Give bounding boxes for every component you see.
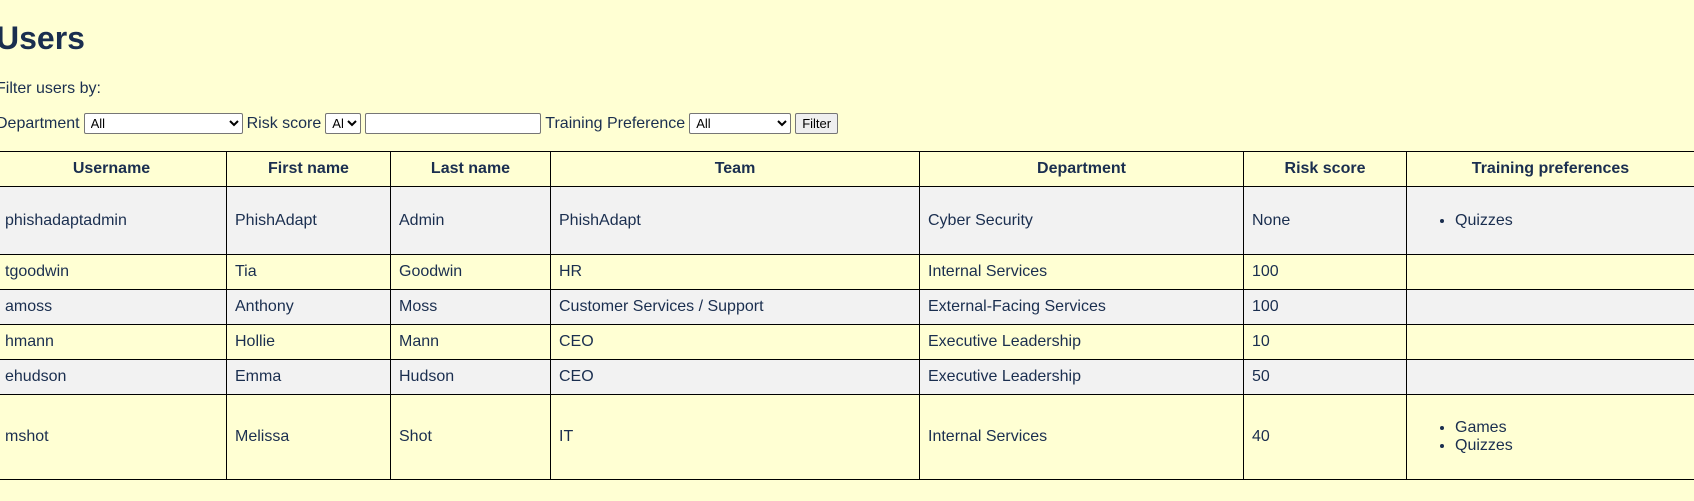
training-list: Quizzes xyxy=(1415,212,1686,230)
column-header-last-name: Last name xyxy=(390,151,551,187)
cell-first-name: PhishAdapt xyxy=(226,186,391,255)
cell-username: ehudson xyxy=(0,359,227,395)
cell-team: Customer Services / Support xyxy=(550,289,920,325)
risk-score-input[interactable] xyxy=(365,113,542,134)
cell-last-name: Mann xyxy=(390,324,551,360)
cell-username: phishadaptadmin xyxy=(0,186,227,255)
cell-department: Internal Services xyxy=(919,394,1244,480)
cell-training-preferences xyxy=(1406,359,1694,395)
risk-score-label: Risk score xyxy=(246,114,322,132)
cell-first-name: Hollie xyxy=(226,324,391,360)
filter-bar: Department All Risk score All Training P… xyxy=(0,113,839,134)
cell-team: CEO xyxy=(550,324,920,360)
cell-first-name: Tia xyxy=(226,254,391,290)
cell-risk-score: 10 xyxy=(1243,324,1407,360)
cell-risk-score: None xyxy=(1243,186,1407,255)
column-header-first-name: First name xyxy=(226,151,391,187)
table-row: mshot Melissa Shot IT Internal Services … xyxy=(0,394,1694,480)
cell-department: Cyber Security xyxy=(919,186,1244,255)
cell-department: Internal Services xyxy=(919,254,1244,290)
cell-username: amoss xyxy=(0,289,227,325)
column-header-risk-score: Risk score xyxy=(1243,151,1407,187)
table-row: ehudson Emma Hudson CEO Executive Leader… xyxy=(0,359,1694,395)
cell-last-name: Hudson xyxy=(390,359,551,395)
cell-risk-score: 40 xyxy=(1243,394,1407,480)
cell-training-preferences: Quizzes xyxy=(1406,186,1694,255)
cell-first-name: Anthony xyxy=(226,289,391,325)
cell-training-preferences xyxy=(1406,254,1694,290)
cell-last-name: Moss xyxy=(390,289,551,325)
column-header-team: Team xyxy=(550,151,920,187)
cell-training-preferences xyxy=(1406,324,1694,360)
cell-last-name: Goodwin xyxy=(390,254,551,290)
cell-team: CEO xyxy=(550,359,920,395)
cell-username: tgoodwin xyxy=(0,254,227,290)
training-item: Quizzes xyxy=(1455,212,1686,230)
cell-risk-score: 50 xyxy=(1243,359,1407,395)
cell-department: External-Facing Services xyxy=(919,289,1244,325)
column-header-training-preferences: Training preferences xyxy=(1406,151,1694,187)
training-preference-select[interactable]: All xyxy=(689,113,792,134)
cell-training-preferences: Games Quizzes xyxy=(1406,394,1694,480)
table-row: phishadaptadmin PhishAdapt Admin PhishAd… xyxy=(0,186,1694,255)
training-item: Quizzes xyxy=(1455,437,1686,455)
table-row: amoss Anthony Moss Customer Services / S… xyxy=(0,289,1694,325)
table-row: hmann Hollie Mann CEO Executive Leadersh… xyxy=(0,324,1694,360)
cell-first-name: Emma xyxy=(226,359,391,395)
cell-username: mshot xyxy=(0,394,227,480)
cell-team: IT xyxy=(550,394,920,480)
filter-caption: Filter users by: xyxy=(0,80,101,97)
cell-username: hmann xyxy=(0,324,227,360)
risk-score-operator-select[interactable]: All xyxy=(325,113,362,134)
cell-risk-score: 100 xyxy=(1243,289,1407,325)
table-header-row: Username First name Last name Team Depar… xyxy=(0,151,1694,187)
department-select[interactable]: All xyxy=(83,113,243,134)
cell-team: PhishAdapt xyxy=(550,186,920,255)
column-header-department: Department xyxy=(919,151,1244,187)
cell-last-name: Shot xyxy=(390,394,551,480)
cell-risk-score: 100 xyxy=(1243,254,1407,290)
cell-last-name: Admin xyxy=(390,186,551,255)
cell-department: Executive Leadership xyxy=(919,359,1244,395)
department-label: Department xyxy=(0,114,80,132)
training-preference-label: Training Preference xyxy=(545,114,686,132)
cell-team: HR xyxy=(550,254,920,290)
filter-button[interactable]: Filter xyxy=(795,113,839,134)
cell-training-preferences xyxy=(1406,289,1694,325)
cell-department: Executive Leadership xyxy=(919,324,1244,360)
table-row: tgoodwin Tia Goodwin HR Internal Service… xyxy=(0,254,1694,290)
training-list: Games Quizzes xyxy=(1415,419,1686,455)
training-item: Games xyxy=(1455,419,1686,437)
cell-first-name: Melissa xyxy=(226,394,391,480)
page-title: Users xyxy=(0,20,85,56)
users-table: Username First name Last name Team Depar… xyxy=(0,151,1694,480)
column-header-username: Username xyxy=(0,151,227,187)
